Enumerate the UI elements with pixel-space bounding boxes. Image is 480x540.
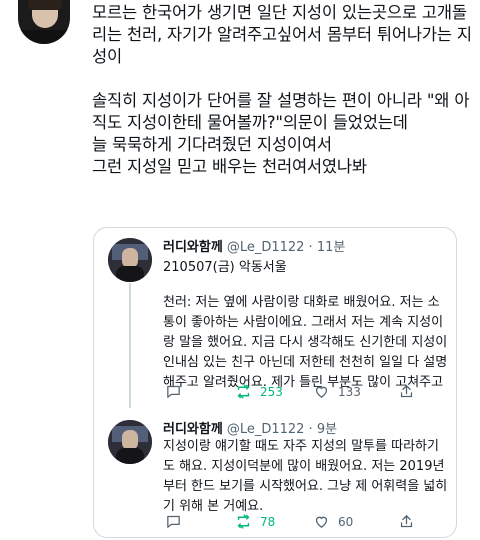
retweet-icon [237, 514, 250, 529]
share-icon [400, 384, 413, 398]
retweet-count: 253 [260, 384, 283, 399]
like-count-2: 60 [338, 514, 354, 529]
heart-icon [315, 386, 328, 398]
retweet-button-2[interactable]: 78 [235, 513, 275, 530]
retweet-icon [237, 384, 250, 399]
quoted-body: 천러: 저는 옆에 사람이랑 대화로 배웠어요. 저는 소 통이 좋아하는 사람… [163, 295, 448, 390]
share-button-2[interactable] [398, 513, 415, 530]
reply-button-2[interactable] [165, 513, 182, 530]
handle-time: @Le_D1122 · 11분 [226, 240, 346, 255]
quoted-avatar-2[interactable] [108, 420, 152, 464]
heart-icon [315, 516, 328, 528]
retweet-count-2: 78 [260, 514, 276, 529]
retweet-button[interactable]: 253 [235, 383, 283, 400]
reply-button[interactable] [165, 383, 182, 400]
display-name[interactable]: 러디와함께 [163, 240, 223, 255]
like-count: 133 [338, 384, 361, 399]
reply-icon [167, 515, 180, 528]
quoted-body-2: 지성이랑 얘기할 때도 자주 지성의 말투를 따라하기 도 해요. 지성이덕분에… [163, 439, 448, 514]
quoted-author-row-2: 러디와함께 @Le_D1122 · 9분 [163, 418, 337, 437]
display-name-2[interactable]: 러디와함께 [163, 422, 223, 437]
like-button-2[interactable]: 60 [313, 513, 353, 530]
quoted-author-row: 러디와함께 @Le_D1122 · 11분 [163, 236, 345, 255]
reply-icon [167, 385, 180, 398]
quoted-subtitle: 210507(금) 악동서울 [163, 260, 287, 275]
like-button[interactable]: 133 [313, 383, 361, 400]
thread-connector-line [129, 283, 131, 408]
share-icon [400, 514, 413, 528]
handle-time-2: @Le_D1122 · 9분 [226, 422, 338, 437]
quoted-avatar[interactable] [108, 238, 152, 282]
main-avatar[interactable] [18, 0, 70, 44]
share-button[interactable] [398, 383, 415, 400]
main-tweet-text: 모르는 한국어가 생기면 일단 지성이 있는곳으로 고개돌리는 천러, 자기가 … [92, 3, 472, 176]
